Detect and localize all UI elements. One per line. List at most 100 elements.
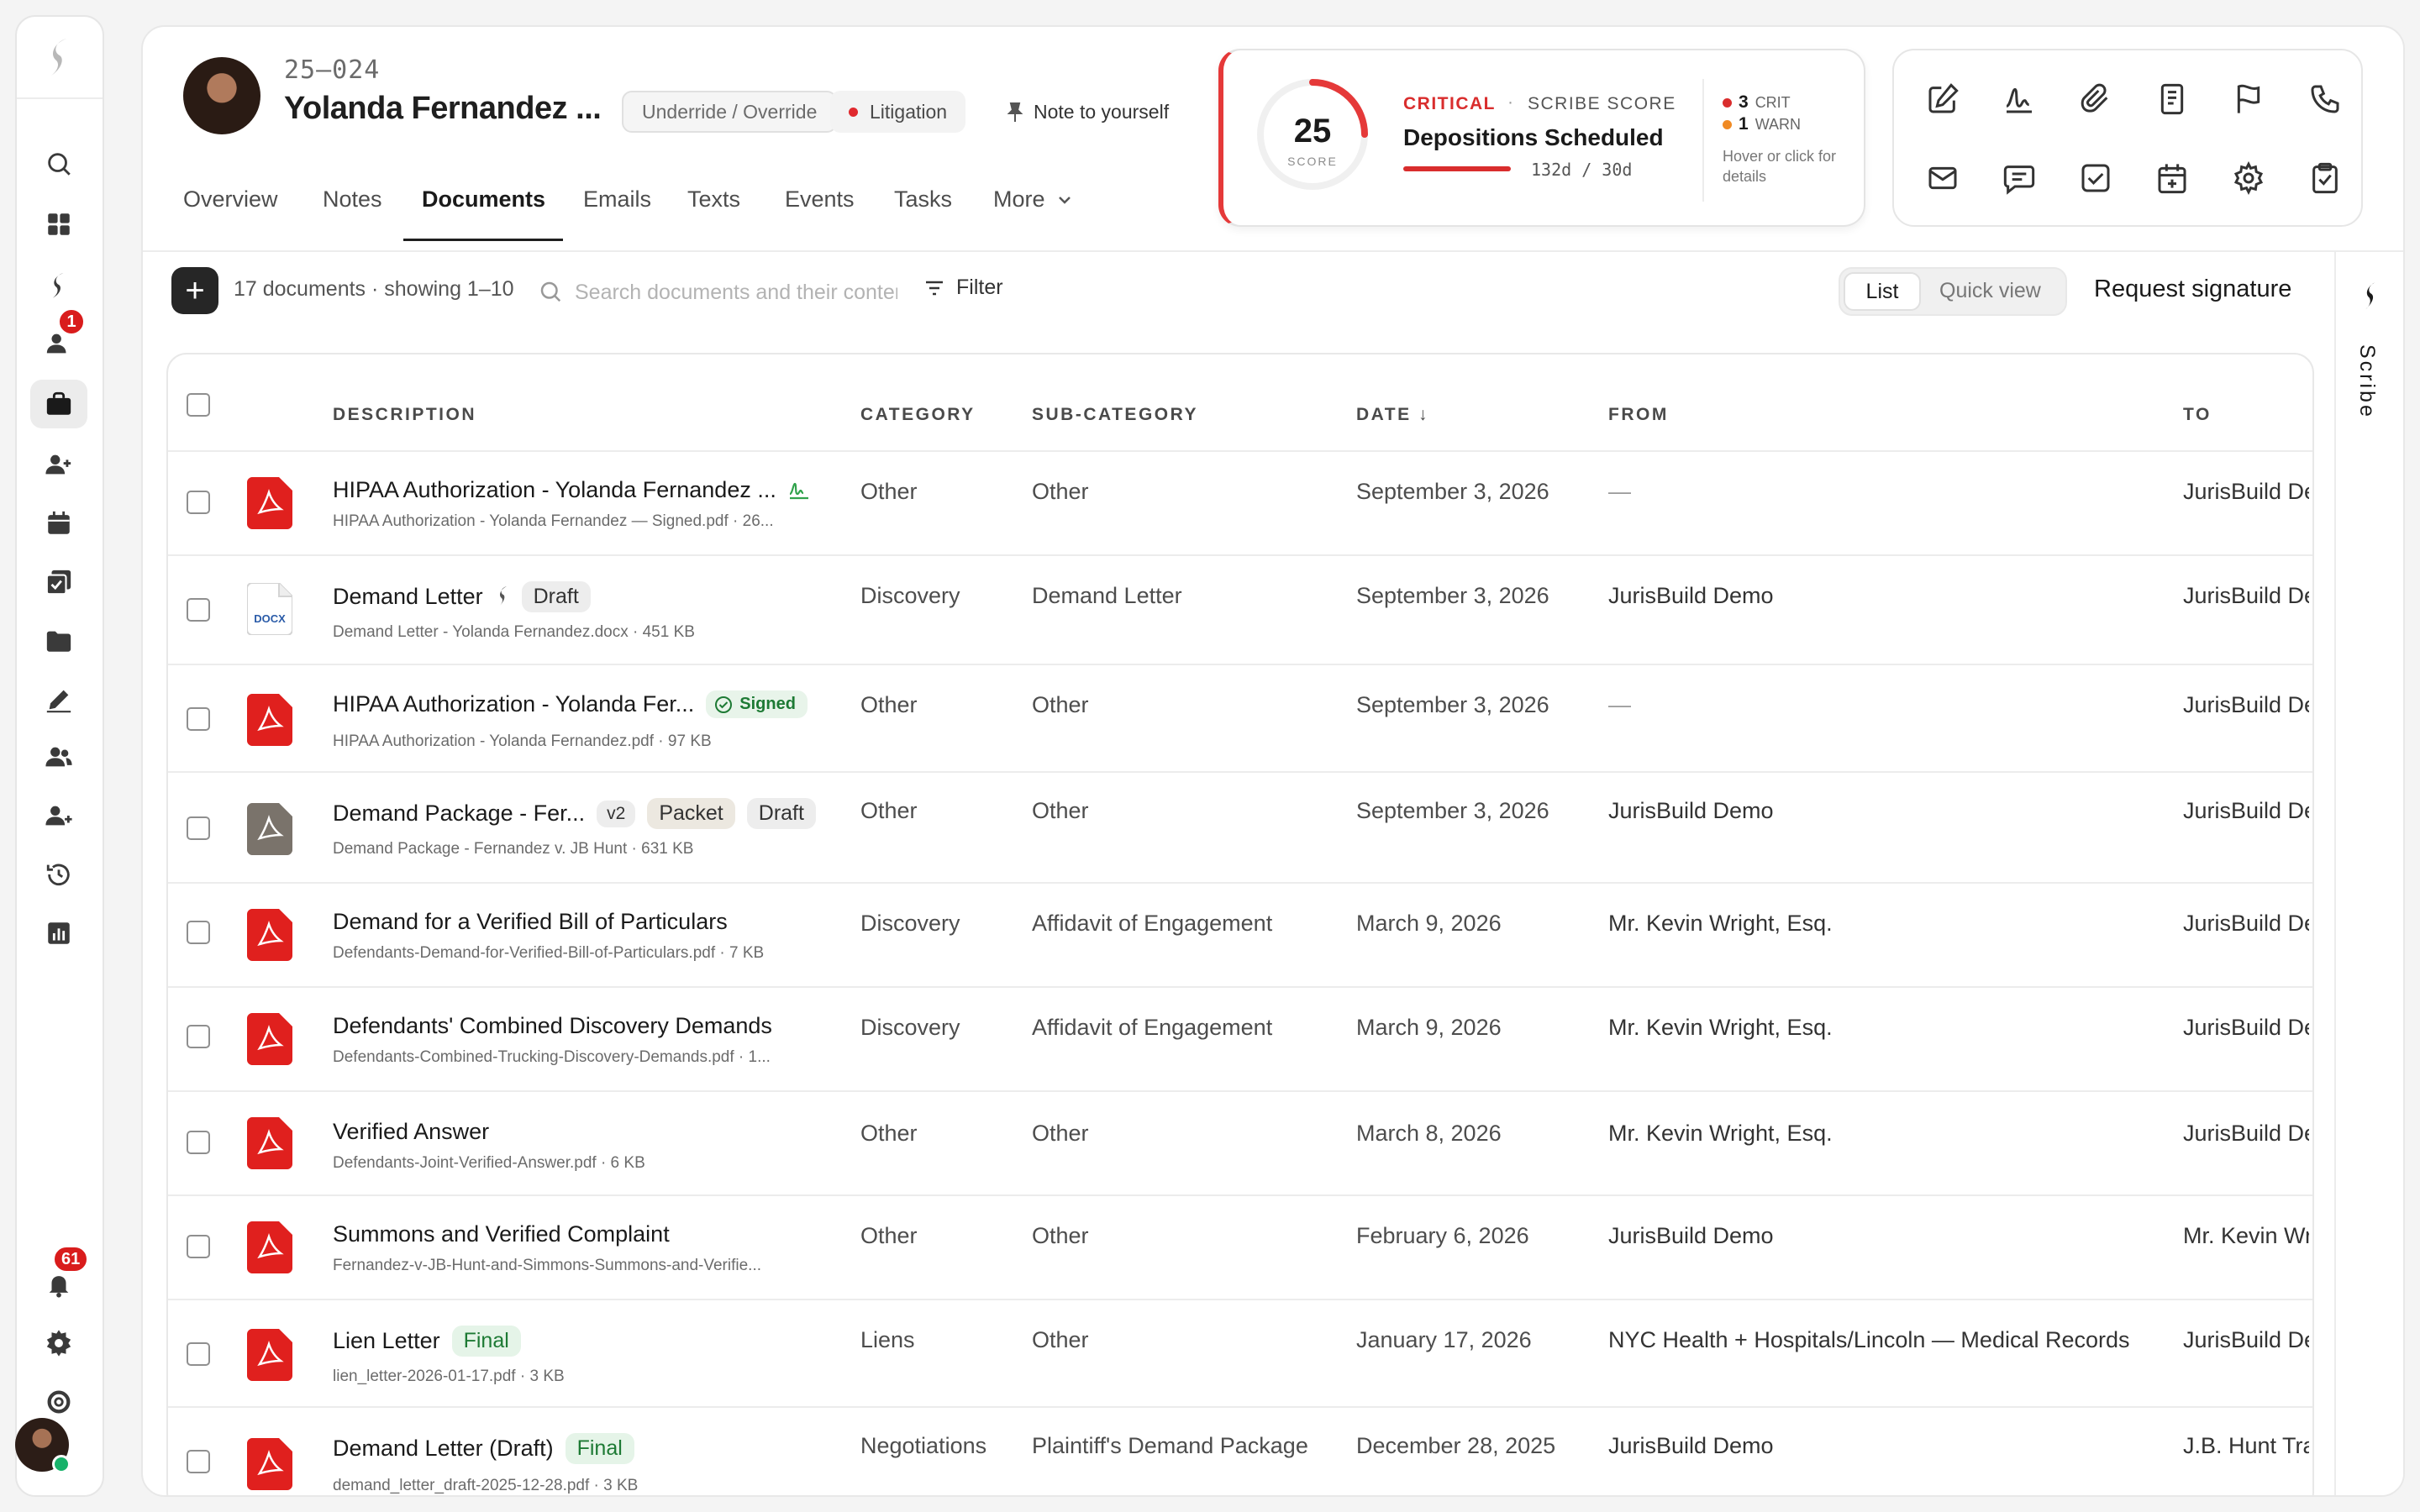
row-checkbox[interactable] bbox=[187, 1025, 210, 1048]
table-row[interactable]: Defendants' Combined Discovery Demands D… bbox=[168, 988, 2312, 1092]
row-date: March 9, 2026 bbox=[1356, 1015, 1502, 1040]
edit-icon[interactable] bbox=[1919, 76, 1966, 123]
reports-icon[interactable] bbox=[30, 909, 87, 958]
score-title: SCRIBE SCORE bbox=[1528, 94, 1676, 113]
tab-emails[interactable]: Emails bbox=[583, 186, 651, 213]
header-category[interactable]: CATEGORY bbox=[860, 405, 976, 425]
document-icon[interactable] bbox=[2149, 76, 2196, 123]
pen-icon[interactable] bbox=[30, 675, 87, 724]
folder-icon[interactable] bbox=[30, 617, 87, 665]
row-checkbox[interactable] bbox=[187, 1235, 210, 1258]
warn-dot bbox=[1723, 119, 1732, 129]
signature-icon[interactable] bbox=[1996, 76, 2043, 123]
select-all-checkbox[interactable] bbox=[187, 393, 210, 417]
table-row[interactable]: DOCX Demand Letter Draft Demand Letter -… bbox=[168, 556, 2312, 665]
gear-icon[interactable] bbox=[2225, 155, 2272, 202]
attachment-icon[interactable] bbox=[2072, 76, 2119, 123]
chevron-down-icon bbox=[1058, 196, 1071, 204]
phone-icon[interactable] bbox=[2302, 76, 2349, 123]
flag-icon[interactable] bbox=[2225, 76, 2272, 123]
litigation-chip[interactable]: Litigation bbox=[830, 91, 966, 133]
tab-tasks[interactable]: Tasks bbox=[894, 186, 952, 213]
table-row[interactable]: HIPAA Authorization - Yolanda Fernandez … bbox=[168, 452, 2312, 556]
scribe-score-card[interactable]: 25 SCORE CRITICAL · SCRIBE SCORE Deposit… bbox=[1218, 49, 1865, 227]
calendar-add-icon[interactable] bbox=[2149, 155, 2196, 202]
dashboard-icon[interactable] bbox=[30, 200, 87, 249]
client-name[interactable]: Yolanda Fernandez ... bbox=[284, 91, 602, 127]
tab-texts[interactable]: Texts bbox=[687, 186, 740, 213]
row-checkbox[interactable] bbox=[187, 816, 210, 840]
search-icon bbox=[540, 281, 561, 302]
scribe-logo-icon[interactable] bbox=[17, 17, 103, 99]
add-document-button[interactable]: + bbox=[171, 267, 218, 314]
row-category: Other bbox=[860, 692, 918, 717]
row-from: Mr. Kevin Wright, Esq. bbox=[1608, 1121, 1833, 1146]
document-search-input[interactable] bbox=[575, 272, 897, 312]
row-checkbox[interactable] bbox=[187, 1450, 210, 1473]
view-quick-button[interactable]: Quick view bbox=[1939, 279, 2041, 303]
table-row[interactable]: Lien Letter Final lien_letter-2026-01-17… bbox=[168, 1300, 2312, 1408]
note-to-yourself-link[interactable]: Note to yourself bbox=[1007, 101, 1169, 123]
online-status-dot bbox=[52, 1455, 71, 1473]
people-icon[interactable] bbox=[30, 732, 87, 781]
row-date: February 6, 2026 bbox=[1356, 1223, 1529, 1248]
clipboard-check-icon[interactable] bbox=[2302, 155, 2349, 202]
header-to[interactable]: TO bbox=[2183, 405, 2212, 425]
add-people-icon[interactable] bbox=[30, 791, 87, 840]
row-title: Demand Letter Draft bbox=[333, 581, 591, 612]
draft-badge: Draft bbox=[521, 581, 591, 612]
mail-icon[interactable] bbox=[1919, 155, 1966, 202]
view-list-button[interactable]: List bbox=[1844, 272, 1921, 311]
row-title-text: Summons and Verified Complaint bbox=[333, 1221, 670, 1247]
row-subcategory: Demand Letter bbox=[1032, 583, 1182, 608]
table-row[interactable]: HIPAA Authorization - Yolanda Fer... Sig… bbox=[168, 665, 2312, 773]
header-from[interactable]: FROM bbox=[1608, 405, 1669, 425]
row-checkbox[interactable] bbox=[187, 598, 210, 622]
row-date: January 17, 2026 bbox=[1356, 1327, 1532, 1352]
table-row[interactable]: Verified Answer Defendants-Joint-Verifie… bbox=[168, 1092, 2312, 1196]
history-icon[interactable] bbox=[30, 850, 87, 899]
tab-more[interactable]: More bbox=[993, 186, 1072, 213]
header-description[interactable]: DESCRIPTION bbox=[333, 405, 476, 425]
row-checkbox[interactable] bbox=[187, 491, 210, 514]
settings-icon[interactable] bbox=[30, 1319, 87, 1368]
underride-chip[interactable]: Underride / Override bbox=[622, 91, 838, 133]
row-title: Demand Letter (Draft) Final bbox=[333, 1433, 634, 1464]
message-icon[interactable] bbox=[1996, 155, 2043, 202]
score-days: 132d / 30d bbox=[1531, 160, 1633, 180]
row-title: HIPAA Authorization - Yolanda Fernandez … bbox=[333, 477, 812, 503]
note-label: Note to yourself bbox=[1034, 101, 1170, 123]
table-row[interactable]: Summons and Verified Complaint Fernandez… bbox=[168, 1196, 2312, 1300]
briefcase-icon[interactable] bbox=[30, 380, 87, 428]
calendar-icon[interactable] bbox=[30, 499, 87, 548]
row-title-text: Demand for a Verified Bill of Particular… bbox=[333, 909, 728, 934]
table-row[interactable]: Demand Letter (Draft) Final demand_lette… bbox=[168, 1408, 2312, 1495]
tab-notes[interactable]: Notes bbox=[323, 186, 382, 213]
scribe-icon[interactable] bbox=[30, 260, 87, 309]
tab-documents[interactable]: Documents bbox=[422, 186, 545, 213]
row-checkbox[interactable] bbox=[187, 921, 210, 944]
checkbox-icon[interactable] bbox=[2072, 155, 2119, 202]
request-signature-button[interactable]: Request signature bbox=[2094, 276, 2291, 303]
filter-button[interactable]: Filter bbox=[924, 276, 1003, 300]
table-row[interactable]: Demand Package - Fer... v2 Packet Draft … bbox=[168, 773, 2312, 884]
row-checkbox[interactable] bbox=[187, 1131, 210, 1154]
crit-count-row: 3 CRIT bbox=[1723, 92, 1791, 113]
tasks-icon[interactable] bbox=[30, 558, 87, 606]
row-date: March 8, 2026 bbox=[1356, 1121, 1502, 1146]
row-checkbox[interactable] bbox=[187, 1342, 210, 1366]
row-to: JurisBuild Demo bbox=[2183, 1327, 2309, 1352]
add-person-icon[interactable] bbox=[30, 440, 87, 489]
scribe-label: Scribe bbox=[2355, 344, 2379, 419]
table-row[interactable]: Demand for a Verified Bill of Particular… bbox=[168, 884, 2312, 988]
row-checkbox[interactable] bbox=[187, 707, 210, 731]
tab-events[interactable]: Events bbox=[785, 186, 855, 213]
row-subtitle: Demand Letter - Yolanda Fernandez.docx ·… bbox=[333, 623, 695, 641]
search-icon[interactable] bbox=[30, 139, 87, 188]
tab-overview[interactable]: Overview bbox=[183, 186, 278, 213]
row-title-text: Demand Package - Fer... bbox=[333, 801, 586, 826]
row-date: December 28, 2025 bbox=[1356, 1433, 1556, 1458]
header-date[interactable]: DATE ↓ bbox=[1356, 405, 1429, 425]
header-subcategory[interactable]: SUB-CATEGORY bbox=[1032, 405, 1198, 425]
scribe-side-tab[interactable]: Scribe bbox=[2334, 252, 2403, 1495]
